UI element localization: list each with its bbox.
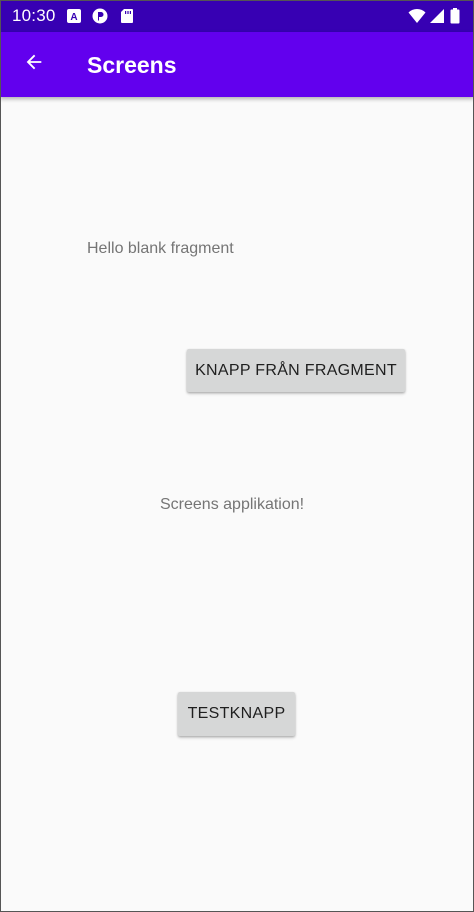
- back-button[interactable]: [14, 44, 54, 84]
- fragment-button[interactable]: KNAPP FRÅN FRAGMENT: [187, 349, 405, 392]
- app-screen: 10:30 A Screens Hello blank fragment KNA…: [0, 0, 474, 912]
- status-time: 10:30: [12, 6, 56, 25]
- device-frame: [0, 0, 474, 912]
- arrow-back-icon: [23, 51, 45, 78]
- svg-text:A: A: [70, 12, 77, 23]
- fragment-text: Hello blank fragment: [87, 240, 234, 257]
- sd-card-icon: [119, 8, 135, 24]
- app-bar: Screens: [0, 32, 474, 97]
- main-text: Screens applikation!: [160, 496, 305, 513]
- pinterest-icon: [92, 8, 108, 24]
- test-button[interactable]: TESTKNAPP: [178, 692, 295, 736]
- battery-icon: [450, 8, 460, 24]
- page-title: Screens: [87, 52, 177, 78]
- cell-signal-icon: [429, 8, 445, 24]
- wifi-icon: [408, 8, 426, 24]
- a-box-icon: A: [66, 8, 82, 24]
- status-bar: 10:30 A: [0, 0, 474, 32]
